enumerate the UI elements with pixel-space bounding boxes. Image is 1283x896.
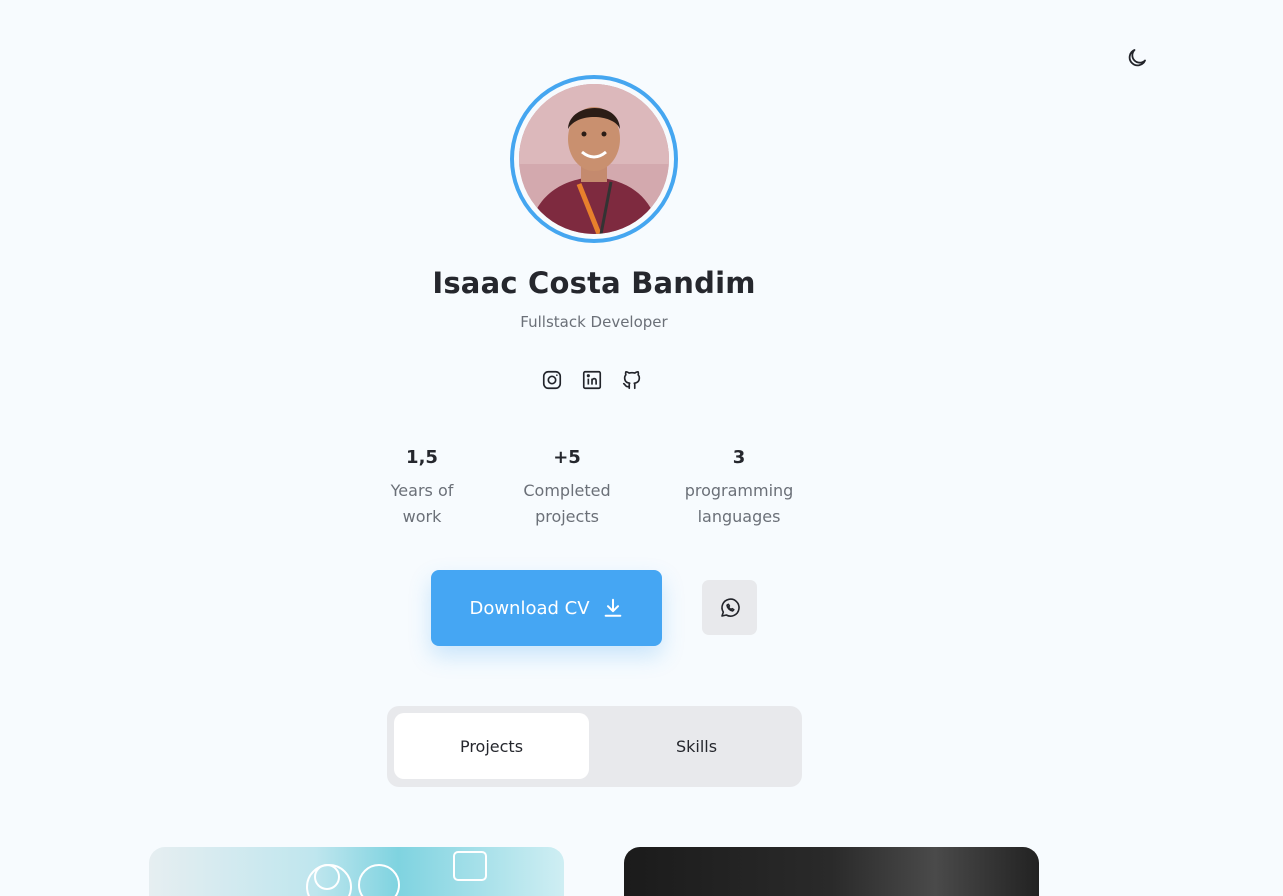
tab-skills[interactable]: Skills [599, 713, 794, 779]
profile-role: Fullstack Developer [520, 313, 668, 331]
download-cv-label: Download CV [469, 597, 590, 619]
stat-label-line: work [402, 507, 442, 526]
download-cv-button[interactable]: Download CV [431, 570, 662, 646]
whatsapp-icon [720, 597, 740, 617]
github-link[interactable] [620, 368, 644, 392]
stat-value: 1,5 [406, 447, 438, 468]
section-tabs: Projects Skills [387, 706, 802, 787]
stat-label: Years of work [372, 478, 472, 530]
whatsapp-button[interactable] [702, 580, 757, 635]
stat-programming-languages: 3 programming languages [664, 446, 814, 530]
stat-label-line: Completed [523, 481, 611, 500]
profile-name: Isaac Costa Bandim [432, 266, 756, 300]
project-card[interactable] [149, 847, 564, 896]
project-thumbnail [306, 851, 487, 896]
instagram-icon [542, 370, 562, 390]
linkedin-icon [582, 370, 602, 390]
portfolio-page: Isaac Costa Bandim Fullstack Developer 1… [0, 0, 1283, 896]
stat-label: Completed projects [502, 478, 632, 530]
tab-projects[interactable]: Projects [394, 713, 589, 779]
stat-label: programming languages [664, 478, 814, 530]
github-icon [622, 370, 641, 390]
stat-years-of-work: 1,5 Years of work [372, 446, 472, 530]
avatar-ring [510, 75, 678, 243]
project-card[interactable] [624, 847, 1039, 896]
moon-icon [1128, 49, 1146, 67]
stat-label-line: languages [697, 507, 781, 526]
instagram-link[interactable] [540, 368, 564, 392]
stat-label-line: programming [684, 481, 794, 500]
stat-completed-projects: +5 Completed projects [502, 446, 632, 530]
stat-value: +5 [553, 447, 581, 468]
avatar [519, 84, 669, 234]
download-icon [604, 598, 621, 617]
stat-value: 3 [732, 447, 746, 468]
social-links [540, 366, 648, 394]
stat-label-line: projects [535, 507, 599, 526]
stat-label-line: Years of [390, 481, 454, 500]
theme-toggle-button[interactable] [1123, 44, 1151, 72]
linkedin-link[interactable] [580, 368, 604, 392]
